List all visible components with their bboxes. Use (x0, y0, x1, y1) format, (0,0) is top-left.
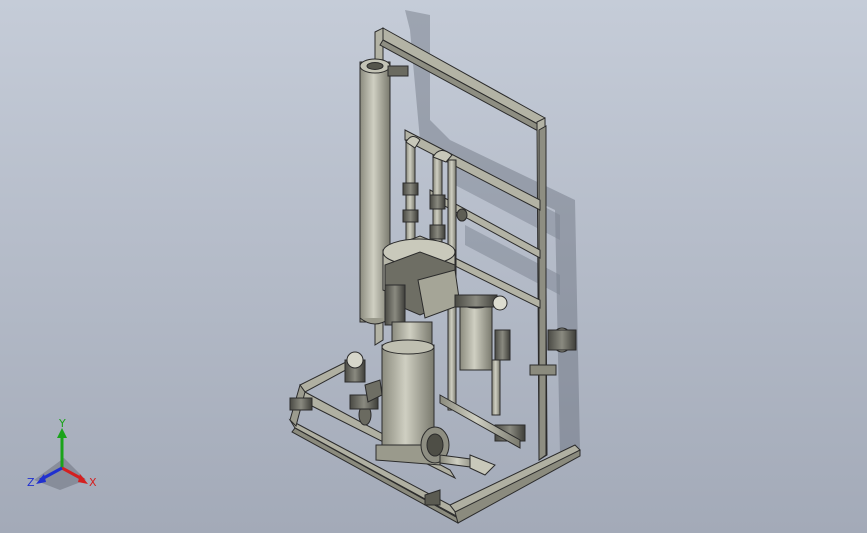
triad-x-label: X (89, 476, 97, 489)
triad-z-label: Z (27, 476, 35, 489)
triad-y-label: Y (58, 417, 66, 430)
model-canvas[interactable]: Y X Z (0, 0, 867, 533)
graphics-viewport[interactable]: Y X Z (0, 0, 867, 533)
